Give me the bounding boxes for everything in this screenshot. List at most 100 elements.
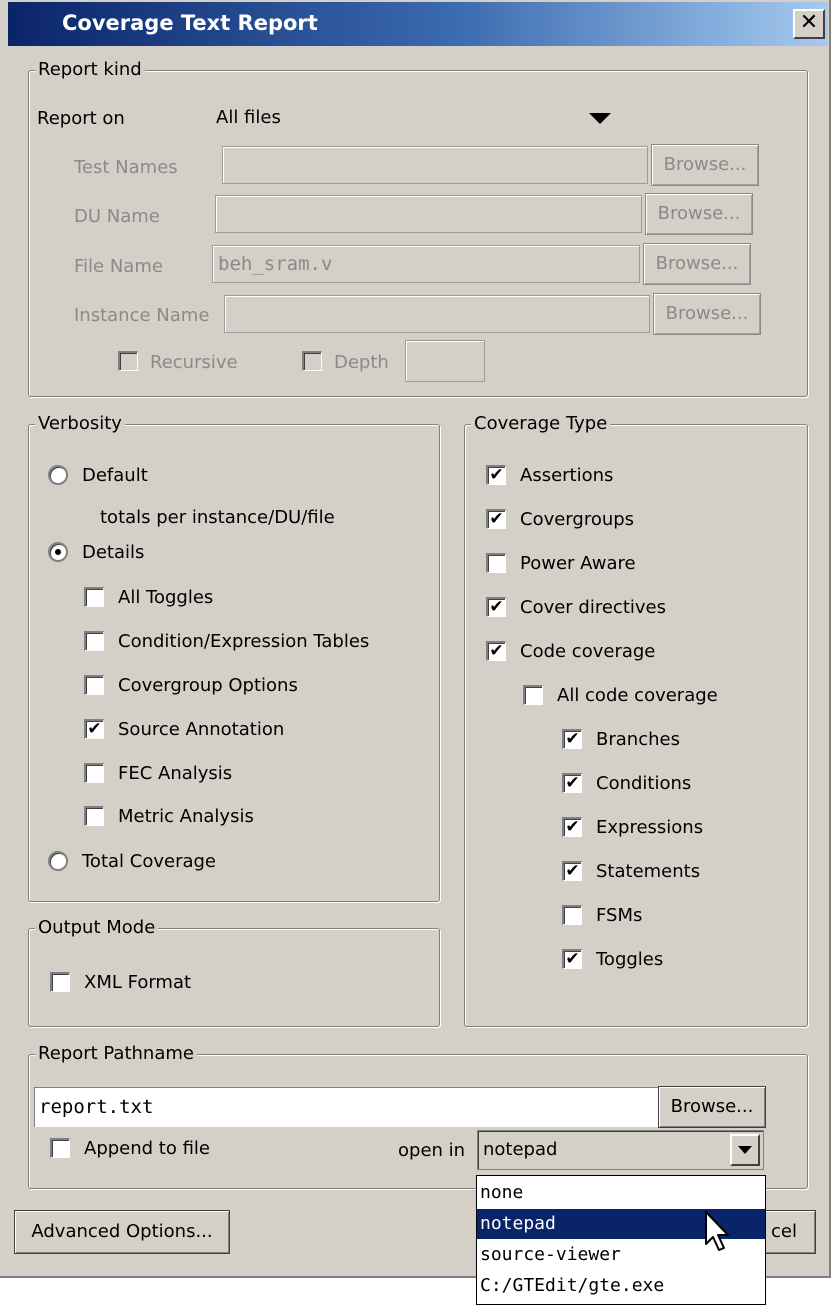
- report-pathname-title: Report Pathname: [35, 1043, 197, 1065]
- dropdown-option-none[interactable]: none: [477, 1178, 765, 1208]
- close-button[interactable]: ✕: [793, 9, 825, 39]
- conditions-label: Conditions: [596, 773, 692, 794]
- coverage-type-group: Coverage Type: [464, 413, 808, 1027]
- du-name-browse-button[interactable]: Browse...: [645, 193, 753, 235]
- total-coverage-label: Total Coverage: [82, 851, 216, 872]
- append-to-file-checkbox[interactable]: [50, 1138, 70, 1158]
- open-in-value: notepad: [483, 1139, 558, 1160]
- conditions-checkbox[interactable]: ✔: [562, 773, 582, 793]
- du-name-label: DU Name: [74, 206, 160, 227]
- du-name-input[interactable]: [215, 195, 642, 233]
- statements-label: Statements: [596, 861, 701, 882]
- statements-checkbox[interactable]: ✔: [562, 861, 582, 881]
- default-radio[interactable]: [48, 465, 68, 485]
- test-names-browse-button[interactable]: Browse...: [651, 144, 759, 186]
- cover-directives-label: Cover directives: [520, 597, 666, 618]
- dropdown-option-gtedit[interactable]: C:/GTEdit/gte.exe: [477, 1271, 765, 1301]
- chevron-down-icon: [738, 1146, 752, 1154]
- check-icon: ✔: [489, 597, 504, 617]
- code-coverage-label: Code coverage: [520, 641, 656, 662]
- covergroup-options-checkbox[interactable]: [84, 675, 104, 695]
- append-to-file-label: Append to file: [84, 1138, 210, 1159]
- recursive-checkbox[interactable]: [118, 351, 138, 371]
- default-label: Default: [82, 465, 148, 486]
- report-path-browse-button[interactable]: Browse...: [658, 1086, 766, 1128]
- xml-format-label: XML Format: [84, 972, 192, 993]
- advanced-options-button[interactable]: Advanced Options...: [14, 1210, 230, 1254]
- covergroups-label: Covergroups: [520, 509, 635, 530]
- check-icon: ✔: [565, 861, 580, 881]
- details-label: Details: [82, 542, 145, 563]
- instance-name-browse-button[interactable]: Browse...: [653, 293, 761, 335]
- chevron-down-icon: [589, 113, 611, 124]
- depth-input[interactable]: [405, 340, 485, 382]
- depth-label: Depth: [334, 352, 389, 373]
- branches-checkbox[interactable]: ✔: [562, 729, 582, 749]
- depth-checkbox[interactable]: [302, 351, 322, 371]
- title-bar[interactable]: Coverage Text Report ✕: [8, 2, 828, 46]
- condition-expression-tables-checkbox[interactable]: [84, 631, 104, 651]
- check-icon: ✔: [489, 465, 504, 485]
- default-note: totals per instance/DU/file: [100, 507, 335, 528]
- covergroups-checkbox[interactable]: ✔: [486, 509, 506, 529]
- metric-analysis-label: Metric Analysis: [118, 806, 254, 827]
- metric-analysis-checkbox[interactable]: [84, 806, 104, 826]
- instance-name-input[interactable]: [224, 295, 650, 333]
- test-names-label: Test Names: [74, 157, 178, 178]
- assertions-checkbox[interactable]: ✔: [486, 465, 506, 485]
- recursive-label: Recursive: [150, 352, 238, 373]
- xml-format-checkbox[interactable]: [50, 972, 70, 992]
- all-code-coverage-checkbox[interactable]: [523, 685, 543, 705]
- all-toggles-label: All Toggles: [118, 587, 214, 608]
- source-annotation-label: Source Annotation: [118, 719, 285, 740]
- open-in-dropdown-button[interactable]: [730, 1134, 760, 1166]
- check-icon: ✔: [565, 817, 580, 837]
- coverage-text-report-dialog: Coverage Text Report ✕ Report kind Repor…: [0, 0, 831, 1278]
- all-toggles-checkbox[interactable]: [84, 587, 104, 607]
- radio-selected-dot: [55, 549, 61, 555]
- fec-analysis-checkbox[interactable]: [84, 763, 104, 783]
- report-path-input[interactable]: report.txt: [34, 1087, 658, 1127]
- report-kind-title: Report kind: [35, 59, 145, 81]
- output-mode-title: Output Mode: [35, 917, 159, 939]
- test-names-input[interactable]: [222, 146, 648, 184]
- expressions-label: Expressions: [596, 817, 704, 838]
- verbosity-title: Verbosity: [35, 413, 125, 435]
- cover-directives-checkbox[interactable]: ✔: [486, 597, 506, 617]
- check-icon: ✔: [87, 719, 102, 739]
- power-aware-label: Power Aware: [520, 553, 636, 574]
- code-coverage-checkbox[interactable]: ✔: [486, 641, 506, 661]
- toggles-label: Toggles: [596, 949, 664, 970]
- power-aware-checkbox[interactable]: [486, 553, 506, 573]
- check-icon: ✔: [489, 641, 504, 661]
- file-name-label: File Name: [74, 256, 163, 277]
- instance-name-label: Instance Name: [74, 305, 210, 326]
- fsms-label: FSMs: [596, 905, 643, 926]
- close-icon: ✕: [799, 10, 819, 35]
- file-name-input[interactable]: beh_sram.v: [212, 245, 640, 283]
- source-annotation-checkbox[interactable]: ✔: [84, 719, 104, 739]
- details-radio[interactable]: [48, 542, 68, 562]
- coverage-type-title: Coverage Type: [471, 413, 611, 435]
- verbosity-group: Verbosity: [28, 413, 440, 902]
- mouse-cursor-icon: [705, 1211, 729, 1251]
- all-code-coverage-label: All code coverage: [557, 685, 718, 706]
- file-name-browse-button[interactable]: Browse...: [643, 243, 751, 285]
- report-on-label: Report on: [37, 108, 125, 129]
- report-on-select[interactable]: All files: [212, 100, 622, 136]
- open-in-label: open in: [398, 1140, 466, 1161]
- fec-analysis-label: FEC Analysis: [118, 763, 233, 784]
- toggles-checkbox[interactable]: ✔: [562, 949, 582, 969]
- expressions-checkbox[interactable]: ✔: [562, 817, 582, 837]
- check-icon: ✔: [489, 509, 504, 529]
- covergroup-options-label: Covergroup Options: [118, 675, 298, 696]
- window-title: Coverage Text Report: [62, 11, 318, 35]
- fsms-checkbox[interactable]: [562, 905, 582, 925]
- condition-expression-tables-label: Condition/Expression Tables: [118, 631, 370, 652]
- report-on-value: All files: [216, 107, 281, 128]
- check-icon: ✔: [565, 773, 580, 793]
- check-icon: ✔: [565, 949, 580, 969]
- open-in-select[interactable]: notepad: [477, 1130, 764, 1170]
- assertions-label: Assertions: [520, 465, 614, 486]
- total-coverage-radio[interactable]: [48, 851, 68, 871]
